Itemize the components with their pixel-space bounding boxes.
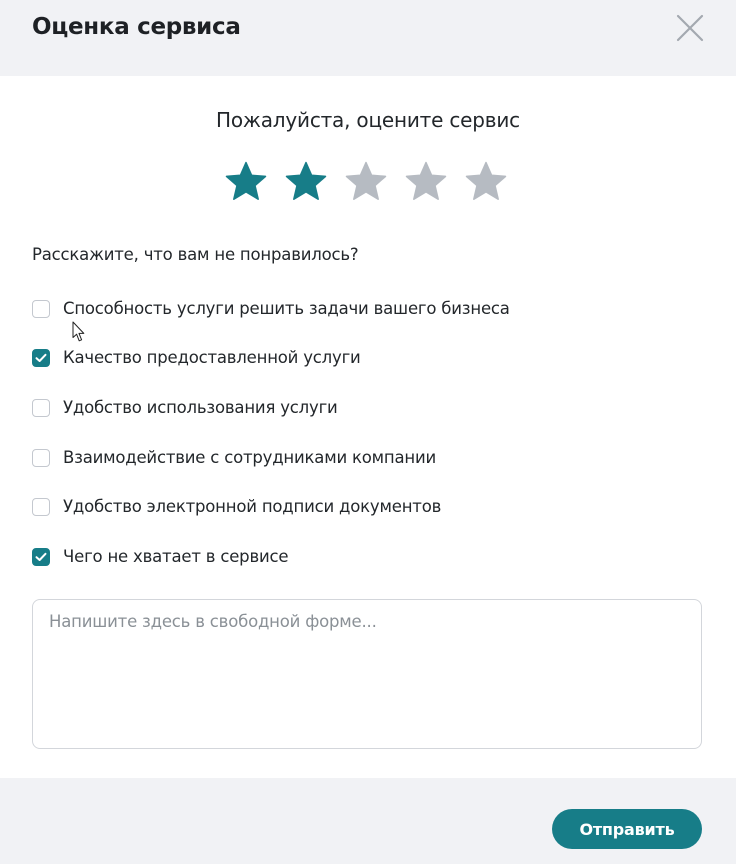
star-3[interactable] (344, 160, 388, 204)
option-label: Чего не хватает в сервисе (63, 547, 289, 566)
comment-field-wrapper (32, 599, 702, 749)
star-2[interactable] (284, 160, 328, 204)
checkbox[interactable] (32, 399, 50, 417)
checkbox[interactable] (32, 548, 50, 566)
option-missing-features[interactable]: Чего не хватает в сервисе (32, 545, 289, 569)
star-icon (405, 161, 447, 200)
star-5[interactable] (464, 160, 508, 204)
checkbox[interactable] (32, 498, 50, 516)
close-icon (676, 14, 704, 42)
submit-button[interactable]: Отправить (552, 809, 702, 849)
star-4[interactable] (404, 160, 448, 204)
option-label: Взаимодействие с сотрудниками компании (63, 448, 437, 467)
star-icon (225, 161, 267, 200)
checkbox[interactable] (32, 449, 50, 467)
option-label: Качество предоставленной услуги (63, 348, 361, 367)
rating-prompt: Пожалуйста, оцените сервис (216, 108, 520, 132)
rating-dialog: Оценка сервиса Пожалуйста, оцените серви… (0, 0, 736, 864)
close-button[interactable] (672, 10, 708, 46)
option-e-signature[interactable]: Удобство электронной подписи документов (32, 495, 441, 519)
comment-textarea[interactable] (33, 600, 701, 748)
option-label: Удобство электронной подписи документов (63, 497, 442, 516)
checkbox[interactable] (32, 349, 50, 367)
checkbox[interactable] (32, 300, 50, 318)
star-icon (285, 161, 327, 200)
checkmark-icon (35, 353, 47, 362)
star-rating (224, 160, 514, 204)
dialog-footer: Отправить (0, 778, 736, 864)
option-usability[interactable]: Удобство использования услуги (32, 396, 338, 420)
checkmark-icon (35, 552, 47, 561)
option-label: Способность услуги решить задачи вашего … (63, 299, 510, 318)
star-1[interactable] (224, 160, 268, 204)
dialog-title: Оценка сервиса (32, 14, 241, 40)
mouse-cursor-icon (72, 321, 85, 342)
option-business-tasks[interactable]: Способность услуги решить задачи вашего … (32, 297, 510, 321)
option-label: Удобство использования услуги (63, 398, 338, 417)
dialog-header: Оценка сервиса (0, 0, 736, 76)
feedback-question: Расскажите, что вам не понравилось? (32, 245, 359, 264)
option-staff-interaction[interactable]: Взаимодействие с сотрудниками компании (32, 446, 436, 470)
star-icon (345, 161, 387, 200)
star-icon (465, 161, 507, 200)
option-service-quality[interactable]: Качество предоставленной услуги (32, 346, 361, 370)
